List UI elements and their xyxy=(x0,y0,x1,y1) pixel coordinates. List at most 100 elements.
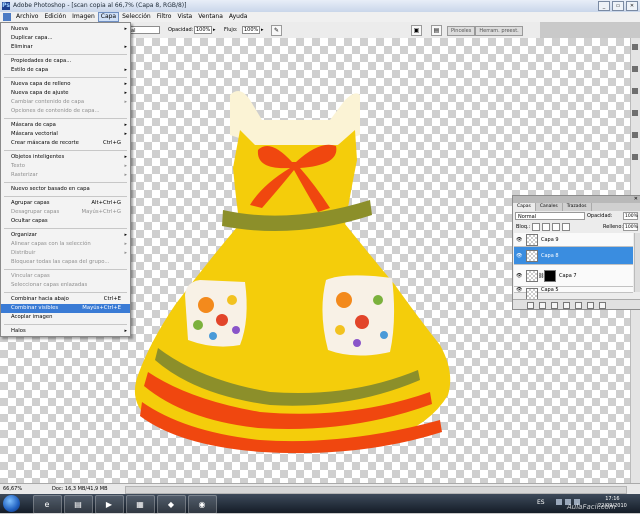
layer-row-capa-7[interactable]: 👁 ⛓ Capa 7 xyxy=(514,265,633,287)
navigator-icon[interactable] xyxy=(632,44,638,50)
layers-panel-header[interactable]: ✕ xyxy=(513,196,640,203)
layer-mask-thumbnail[interactable] xyxy=(544,269,556,282)
swatches-icon[interactable] xyxy=(632,132,638,138)
taskbar-button[interactable]: ▤ xyxy=(64,495,93,514)
eye-icon[interactable]: 👁 xyxy=(516,287,522,293)
lock-pixels-icon[interactable] xyxy=(542,223,550,231)
info-icon[interactable] xyxy=(632,88,638,94)
taskbar-button[interactable]: ▦ xyxy=(126,495,155,514)
link-layers-icon[interactable] xyxy=(527,302,534,309)
menu-item-opciones-de-contenido-de-capa[interactable]: Opciones de contenido de capa... xyxy=(1,107,130,116)
menu-item-objetos-inteligentes[interactable]: Objetos inteligentes ▸ xyxy=(1,153,130,162)
menu-item-ocultar-capas[interactable]: Ocultar capas xyxy=(1,217,130,226)
menu-item-nuevo-sector-basado-en-capa[interactable]: Nuevo sector basado en capa xyxy=(1,185,130,194)
menu-item-combinar-hacia-abajo[interactable]: Combinar hacia abajo Ctrl+E xyxy=(1,295,130,304)
horizontal-scrollbar[interactable] xyxy=(125,486,627,494)
tab-pinceles[interactable]: Pinceles xyxy=(447,26,476,36)
minimize-icon[interactable]: _ xyxy=(598,1,610,11)
fill-input[interactable]: 100% xyxy=(623,223,638,231)
photoshop-menu-icon[interactable] xyxy=(3,13,11,21)
menu-item-distribuir[interactable]: Distribuir ▸ xyxy=(1,249,130,258)
tablet-pressure-icon[interactable]: ▣ xyxy=(411,25,422,36)
blend-mode-select[interactable]: Normal xyxy=(515,212,585,220)
lock-transparency-icon[interactable] xyxy=(532,223,540,231)
menu-filtro[interactable]: Filtro xyxy=(154,12,175,22)
menu-item-nueva-capa-de-ajuste[interactable]: Nueva capa de ajuste ▸ xyxy=(1,89,130,98)
taskbar-button[interactable]: e xyxy=(33,495,62,514)
menu-item-vincular-capas[interactable]: Vincular capas xyxy=(1,272,130,281)
eye-icon[interactable]: 👁 xyxy=(516,237,522,243)
menu-item-nueva[interactable]: Nueva ▸ xyxy=(1,25,130,34)
eye-icon[interactable]: 👁 xyxy=(516,253,522,259)
menu-item-bloquear-todas-las-capas-del-grupo[interactable]: Bloquear todas las capas del grupo... xyxy=(1,258,130,267)
mode-select[interactable]: al xyxy=(128,26,160,34)
layer-row-capa-9[interactable]: 👁 Capa 9 xyxy=(514,233,633,247)
opacity-input[interactable]: 100% xyxy=(194,26,212,34)
menu-item-combinar-visibles[interactable]: Combinar visibles Mayús+Ctrl+E xyxy=(1,304,130,313)
trash-icon[interactable] xyxy=(599,302,606,309)
menu-item-duplicar-capa[interactable]: Duplicar capa... xyxy=(1,34,130,43)
menu-item-alinear-capas-con-la-seleccion[interactable]: Alinear capas con la selección ▸ xyxy=(1,240,130,249)
menu-item-agrupar-capas[interactable]: Agrupar capas Alt+Ctrl+G xyxy=(1,199,130,208)
tab-capas[interactable]: Capas xyxy=(513,203,536,211)
tab-canales[interactable]: Canales xyxy=(536,203,563,211)
zoom-level[interactable]: 66,67% xyxy=(3,486,22,492)
add-mask-icon[interactable] xyxy=(551,302,558,309)
menu-item-organizar[interactable]: Organizar ▸ xyxy=(1,231,130,240)
opacity-dropdown-icon[interactable]: ▸ xyxy=(213,27,216,33)
color-icon[interactable] xyxy=(632,110,638,116)
menu-edicion[interactable]: Edición xyxy=(41,12,69,22)
layer-opacity-input[interactable]: 100% xyxy=(623,212,638,220)
tray-arrow-icon[interactable] xyxy=(556,499,562,505)
restore-icon[interactable]: ▭ xyxy=(612,1,624,11)
layer-row-capa-8[interactable]: 👁 Capa 8 xyxy=(514,247,633,265)
adjustment-layer-icon[interactable] xyxy=(563,302,570,309)
menu-item-acoplar-imagen[interactable]: Acoplar imagen xyxy=(1,313,130,322)
taskbar-button[interactable]: ◉ xyxy=(188,495,217,514)
taskbar-button[interactable]: ◆ xyxy=(157,495,186,514)
taskbar-button[interactable]: ▶ xyxy=(95,495,124,514)
new-layer-icon[interactable] xyxy=(587,302,594,309)
menu-archivo[interactable]: Archivo xyxy=(13,12,41,22)
menu-item-cambiar-contenido-de-capa[interactable]: Cambiar contenido de capa ▸ xyxy=(1,98,130,107)
menu-vista[interactable]: Vista xyxy=(174,12,195,22)
menu-item-halos[interactable]: Halos ▸ xyxy=(1,327,130,336)
menu-item-texto[interactable]: Texto ▸ xyxy=(1,162,130,171)
menu-item-rasterizar[interactable]: Rasterizar ▸ xyxy=(1,171,130,180)
menu-seleccion[interactable]: Selección xyxy=(119,12,154,22)
menu-imagen[interactable]: Imagen xyxy=(69,12,98,22)
tab-trazados[interactable]: Trazados xyxy=(563,203,592,211)
menu-ventana[interactable]: Ventana xyxy=(195,12,226,22)
menu-item-crear-mascara-de-recorte[interactable]: Crear máscara de recorte Ctrl+G xyxy=(1,139,130,148)
layer-thumbnail xyxy=(526,234,538,246)
start-button[interactable] xyxy=(3,495,20,512)
new-group-icon[interactable] xyxy=(575,302,582,309)
menu-item-mascara-vectorial[interactable]: Máscara vectorial ▸ xyxy=(1,130,130,139)
lock-all-icon[interactable] xyxy=(562,223,570,231)
menu-ayuda[interactable]: Ayuda xyxy=(226,12,251,22)
menu-item-propiedades-de-capa[interactable]: Propiedades de capa... xyxy=(1,57,130,66)
tab-herram-preest[interactable]: Herram. preest. xyxy=(475,26,523,36)
histogram-icon[interactable] xyxy=(632,66,638,72)
layer-row-capa-5[interactable]: 👁 Capa 5 xyxy=(514,287,633,300)
flow-dropdown-icon[interactable]: ▸ xyxy=(261,27,264,33)
menu-item-nueva-capa-de-relleno[interactable]: Nueva capa de relleno ▸ xyxy=(1,80,130,89)
menu-item-eliminar[interactable]: Eliminar ▸ xyxy=(1,43,130,52)
brush-panel-icon[interactable]: ▤ xyxy=(431,25,442,36)
language-indicator[interactable]: ES xyxy=(537,499,545,506)
styles-icon[interactable] xyxy=(632,154,638,160)
menu-item-estilo-de-capa[interactable]: Estilo de capa ▸ xyxy=(1,66,130,75)
lock-position-icon[interactable] xyxy=(552,223,560,231)
close-icon[interactable]: ✕ xyxy=(626,1,638,11)
panel-close-icon[interactable]: ✕ xyxy=(634,196,638,203)
menu-item-mascara-de-capa[interactable]: Máscara de capa ▸ xyxy=(1,121,130,130)
menu-capa[interactable]: Capa xyxy=(97,12,120,22)
layer-style-icon[interactable] xyxy=(539,302,546,309)
doc-size: Doc: 16,3 MB/41,9 MB xyxy=(52,486,108,492)
menu-item-seleccionar-capas-enlazadas[interactable]: Seleccionar capas enlazadas xyxy=(1,281,130,290)
eye-icon[interactable]: 👁 xyxy=(516,273,522,279)
layers-scrollbar[interactable] xyxy=(634,233,640,292)
airbrush-icon[interactable]: ✎ xyxy=(271,25,282,36)
menu-item-desagrupar-capas[interactable]: Desagrupar capas Mayús+Ctrl+G xyxy=(1,208,130,217)
flow-input[interactable]: 100% xyxy=(242,26,260,34)
